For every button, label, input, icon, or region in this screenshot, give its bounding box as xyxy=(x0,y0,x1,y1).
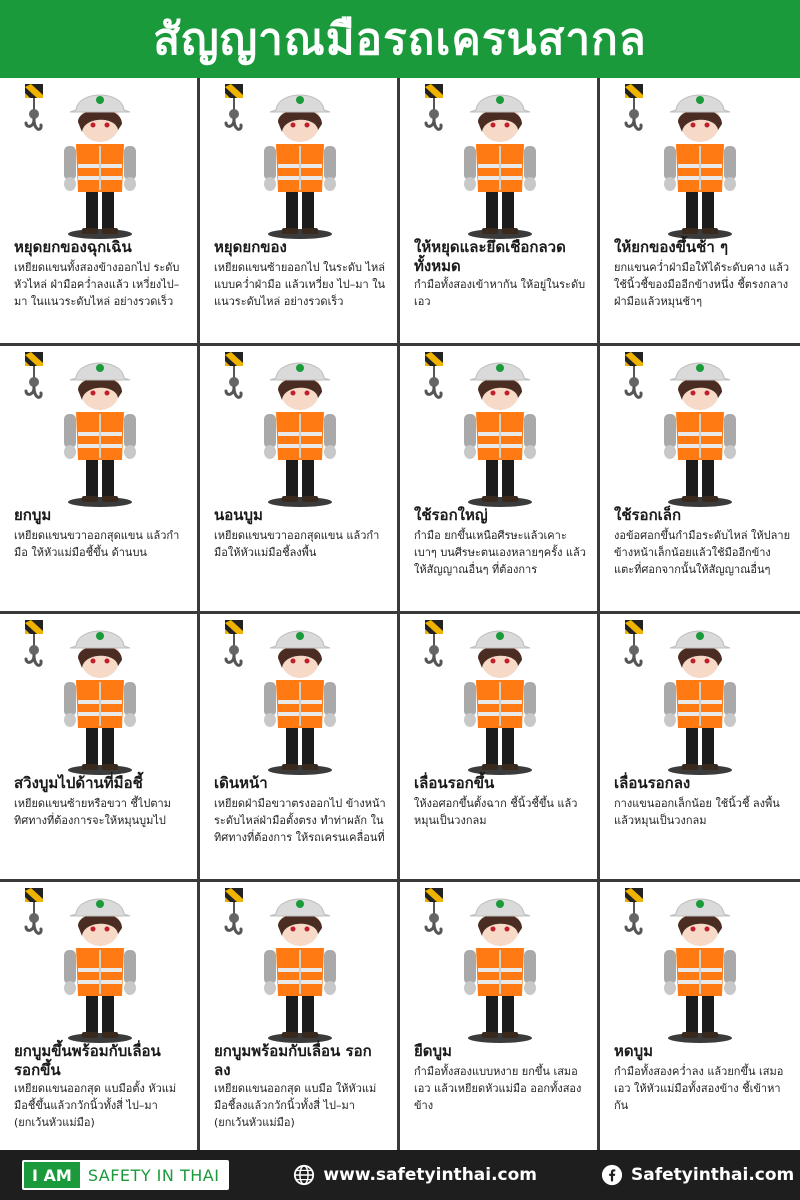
signal-title: ยกบูมขึ้นพร้อมกับเลื่อน รอกขึ้น xyxy=(14,1042,161,1079)
worker-figure xyxy=(64,630,136,775)
signal-card: ใช้รอกใหญ่กำมือ ยกขึ้นเหนือศีรษะแล้วเคาะ… xyxy=(400,346,600,614)
signal-description: กำมือ ยกขึ้นเหนือศีรษะแล้วเคาะ เบาๆ บนศี… xyxy=(414,529,586,576)
signal-title: ใช้รอกใหญ่ xyxy=(414,506,488,524)
worker-figure xyxy=(464,94,536,239)
signal-description: เหยียดแขนออกสุด แบมือ ให้หัวแม่มือชี้ลงแ… xyxy=(214,1082,377,1129)
brand-logo-right: SAFETY IN THAI xyxy=(79,1162,228,1188)
signal-card: หยุดยกของเหยียดแขนซ้ายออกไป ในระดับ ไหล่… xyxy=(200,78,400,346)
facebook-link[interactable]: Safetyinthai.com xyxy=(601,1164,794,1186)
signal-title: นอนบูม xyxy=(214,506,263,524)
poster-footer: I AM SAFETY IN THAI www.safetyinthai.com… xyxy=(0,1150,800,1200)
signal-card: สวิงบูมไปด้านที่มือชี้เหยียดแขนซ้ายหรือข… xyxy=(0,614,200,882)
worker-figure xyxy=(264,898,336,1043)
signal-description: เหยียดแขนซ้ายออกไป ในระดับ ไหล่ แบบคว่ำฝ… xyxy=(214,261,386,308)
facebook-icon xyxy=(601,1164,623,1186)
signal-card: เลื่อนรอกขึ้นให้งอศอกขึ้นตั้งฉาก ชี้นิ้ว… xyxy=(400,614,600,882)
signal-card: หยุดยกของฉุกเฉินเหยียดแขนทั้งสองข้างออกไ… xyxy=(0,78,200,346)
signal-card: เลื่อนรอกลงกางแขนออกเล็กน้อย ใช้นิ้วชี้ … xyxy=(600,614,800,882)
signal-title: เลื่อนรอกลง xyxy=(614,774,691,792)
signal-description: เหยียดแขนขวาออกสุดแขน แล้วกำมือ ให้หัวแม… xyxy=(14,529,180,559)
signal-title: ยืดบูม xyxy=(414,1042,452,1060)
brand-logo: I AM SAFETY IN THAI xyxy=(22,1160,230,1190)
worker-figure xyxy=(264,630,336,775)
poster-title: สัญญาณมือรถเครนสากล xyxy=(153,14,647,65)
worker-figure xyxy=(664,362,736,507)
signal-card: ยกบูมเหยียดแขนขวาออกสุดแขน แล้วกำมือ ให้… xyxy=(0,346,200,614)
worker-figure xyxy=(664,94,736,239)
signal-description: เหยียดแขนออกสุด แบมือตั้ง หัวแม่มือชี้ขึ… xyxy=(14,1082,177,1129)
signal-title: ยกบูมพร้อมกับเลื่อน รอกลง xyxy=(214,1042,372,1079)
worker-figure xyxy=(464,630,536,775)
signal-title: ใช้รอกเล็ก xyxy=(614,506,682,524)
signal-description: งอข้อศอกขึ้นกำมือระดับไหล่ ให้ปลาย ข้างห… xyxy=(614,529,791,576)
worker-figure xyxy=(64,94,136,239)
signal-description: เหยียดฝ่ามือขวาตรงออกไป ข้างหน้า ระดับไห… xyxy=(214,797,386,844)
worker-figure xyxy=(664,898,736,1043)
worker-figure xyxy=(664,630,736,775)
signal-title: หยุดยกของ xyxy=(214,238,287,256)
signal-card: หดบูมกำมือทั้งสองคว่ำลง แล้วยกขึ้น เสมอเ… xyxy=(600,882,800,1150)
signal-description: กำมือทั้งสองคว่ำลง แล้วยกขึ้น เสมอเอว ให… xyxy=(614,1065,784,1112)
signal-description: เหยียดแขนทั้งสองข้างออกไป ระดับหัวไหล่ ฝ… xyxy=(14,261,180,308)
signal-card: ให้หยุดและยึดเชือกลวด ทั้งหมด กำมือทั้งสอ… xyxy=(400,78,600,346)
website-link[interactable]: www.safetyinthai.com xyxy=(293,1164,537,1186)
signal-description: ให้งอศอกขึ้นตั้งฉาก ชี้นิ้วชี้ขึ้น แล้วห… xyxy=(414,797,578,827)
signal-description: เหยียดแขนขวาออกสุดแขน แล้วกำมือให้หัวแม่… xyxy=(214,529,380,559)
signal-title: เดินหน้า xyxy=(214,774,268,792)
poster-header: สัญญาณมือรถเครนสากล xyxy=(0,0,800,78)
worker-figure xyxy=(464,362,536,507)
signal-title: สวิงบูมไปด้านที่มือชี้ xyxy=(14,774,143,792)
signal-card: ใช้รอกเล็กงอข้อศอกขึ้นกำมือระดับไหล่ ให้… xyxy=(600,346,800,614)
signal-description: เหยียดแขนซ้ายหรือขวา ชี้ไปตาม ทิศทางที่ต… xyxy=(14,797,171,827)
signal-card: นอนบูมเหยียดแขนขวาออกสุดแขน แล้วกำมือให้… xyxy=(200,346,400,614)
signal-title: ให้ยกของขึ้นช้า ๆ xyxy=(614,238,729,256)
globe-icon xyxy=(294,1164,315,1186)
signal-title: หยุดยกของฉุกเฉิน xyxy=(14,238,132,256)
signal-title: เลื่อนรอกขึ้น xyxy=(414,774,495,792)
signal-description: กางแขนออกเล็กน้อย ใช้นิ้วชี้ ลงพื้น แล้ว… xyxy=(614,797,780,827)
website-text: www.safetyinthai.com xyxy=(323,1165,538,1185)
signal-description: กำมือทั้งสองเข้าหากัน ให้อยู่ในระดับเอว xyxy=(414,278,586,308)
signal-grid: หยุดยกของฉุกเฉินเหยียดแขนทั้งสองข้างออกไ… xyxy=(0,78,800,1150)
signal-card: ยืดบูมกำมือทั้งสองแบบหงาย ยกขึ้น เสมอเอว… xyxy=(400,882,600,1150)
worker-figure xyxy=(264,362,336,507)
worker-figure xyxy=(264,94,336,239)
signal-description: กำมือทั้งสองแบบหงาย ยกขึ้น เสมอเอว แล้วเ… xyxy=(414,1065,582,1112)
signal-title: ให้หยุดและยึดเชือกลวด ทั้งหมด xyxy=(414,238,566,275)
worker-figure xyxy=(64,898,136,1043)
worker-figure xyxy=(464,898,536,1043)
signal-card: ให้ยกของขึ้นช้า ๆยกแขนคว่ำฝ่ามือให้ได้ระ… xyxy=(600,78,800,346)
signal-card: ยกบูมขึ้นพร้อมกับเลื่อน รอกขึ้น เหยียดแขน… xyxy=(0,882,200,1150)
worker-figure xyxy=(64,362,136,507)
signal-description: ยกแขนคว่ำฝ่ามือให้ได้ระดับคาง แล้วใช้นิ้… xyxy=(614,261,790,308)
brand-logo-left: I AM xyxy=(24,1162,80,1188)
facebook-text: Safetyinthai.com xyxy=(631,1165,795,1185)
signal-card: เดินหน้าเหยียดฝ่ามือขวาตรงออกไป ข้างหน้า… xyxy=(200,614,400,882)
signal-title: หดบูม xyxy=(614,1042,654,1060)
signal-title: ยกบูม xyxy=(14,506,52,524)
signal-card: ยกบูมพร้อมกับเลื่อน รอกลง เหยียดแขนออกสุด… xyxy=(200,882,400,1150)
